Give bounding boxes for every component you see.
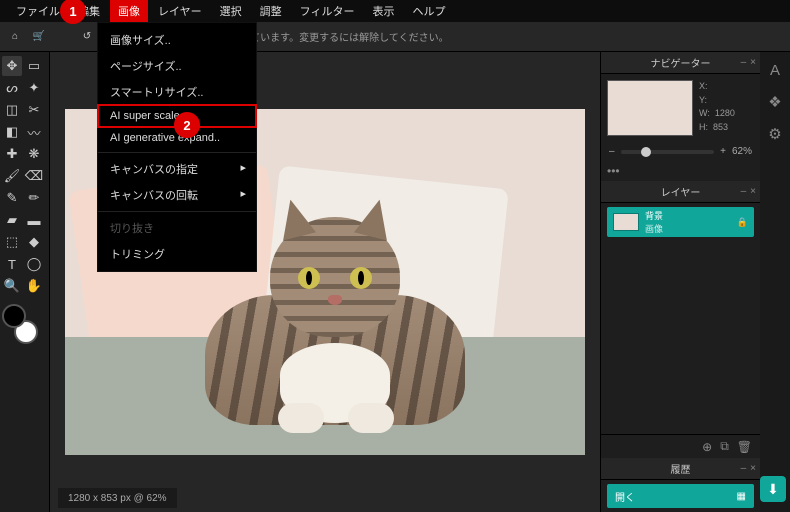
menu-item[interactable]: トリミング bbox=[98, 241, 256, 267]
menu-item[interactable]: キャンバスの指定 bbox=[98, 156, 256, 182]
pen-tool[interactable]: ✎ bbox=[2, 188, 22, 208]
menu-item[interactable]: スマートリサイズ.. bbox=[98, 79, 256, 105]
download-button[interactable]: ⬇ bbox=[760, 476, 786, 502]
layer-type: 画像 bbox=[645, 222, 663, 235]
menu-調整[interactable]: 調整 bbox=[252, 0, 290, 22]
navigator-thumbnail[interactable] bbox=[607, 80, 693, 136]
menu-item[interactable]: 画像サイズ.. bbox=[98, 27, 256, 53]
home-icon[interactable]: ⌂ bbox=[8, 30, 22, 44]
add-layer-icon[interactable]: ⊕ bbox=[702, 440, 712, 454]
effects-tool[interactable]: ❋ bbox=[24, 144, 44, 164]
status-bar: 1280 x 853 px @ 62% bbox=[58, 488, 177, 508]
menu-item[interactable]: キャンバスの回転 bbox=[98, 182, 256, 208]
tutorial-step-2: 2 bbox=[174, 112, 200, 138]
text-panel-icon[interactable]: A bbox=[770, 62, 780, 79]
menu-ヘルプ[interactable]: ヘルプ bbox=[404, 0, 453, 22]
crop-tool[interactable]: ◫ bbox=[2, 100, 22, 120]
cut-tool[interactable]: ✂ bbox=[24, 100, 44, 120]
zoom-slider[interactable] bbox=[621, 150, 715, 154]
hand-tool[interactable]: ✋ bbox=[24, 276, 44, 296]
shape-tool[interactable]: ◯ bbox=[24, 254, 44, 274]
menu-画像[interactable]: 画像 bbox=[110, 0, 148, 22]
shape1-tool[interactable]: ⬚ bbox=[2, 232, 22, 252]
history-state-icon: ▦ bbox=[737, 491, 746, 502]
layer-options-icon[interactable]: ••• bbox=[607, 164, 620, 178]
history-item[interactable]: 開く ▦ bbox=[607, 484, 754, 508]
history-panel-title: 履歴 –× bbox=[601, 458, 760, 480]
menu-item: 切り抜き bbox=[98, 215, 256, 241]
shape2-tool[interactable]: ◆ bbox=[24, 232, 44, 252]
close-icon[interactable]: × bbox=[750, 463, 756, 474]
fg-color[interactable] bbox=[2, 304, 26, 328]
undo-icon[interactable]: ↺ bbox=[80, 30, 94, 44]
layers-panel-title: レイヤー –× bbox=[601, 181, 760, 203]
menu-ファイル[interactable]: ファイル bbox=[8, 0, 68, 22]
text-tool[interactable]: T bbox=[2, 254, 22, 274]
delete-layer-icon[interactable]: 🗑 bbox=[737, 440, 752, 454]
menu-選択[interactable]: 選択 bbox=[212, 0, 250, 22]
extra-rail: A ❖ ⚙ bbox=[760, 52, 790, 512]
move-tool[interactable]: ✥ bbox=[2, 56, 22, 76]
minimize-icon[interactable]: – bbox=[741, 463, 747, 474]
wand-tool[interactable]: ✦ bbox=[24, 78, 44, 98]
gradient-tool[interactable]: ▬ bbox=[24, 210, 44, 230]
right-panels: ナビゲーター –× X: Y: W: 1280 H: 853 – + 6 bbox=[600, 52, 760, 512]
layers-panel-icon[interactable]: ❖ bbox=[768, 93, 781, 111]
lock-icon[interactable]: 🔒 bbox=[737, 217, 748, 228]
navigator-info: X: Y: W: 1280 H: 853 bbox=[699, 80, 735, 136]
minimize-icon[interactable]: – bbox=[741, 57, 747, 68]
marquee-tool[interactable]: ▭ bbox=[24, 56, 44, 76]
image-menu-dropdown: 画像サイズ..ページサイズ..スマートリサイズ..AI super scale.… bbox=[97, 22, 257, 272]
lasso-tool[interactable]: ᔕ bbox=[2, 78, 22, 98]
menu-レイヤー[interactable]: レイヤー bbox=[150, 0, 210, 22]
menu-item[interactable]: ページサイズ.. bbox=[98, 53, 256, 79]
adjust-tool[interactable]: ◧ bbox=[2, 122, 22, 142]
duplicate-layer-icon[interactable]: ⧉ bbox=[720, 439, 729, 454]
minimize-icon[interactable]: – bbox=[741, 186, 747, 197]
menubar: ファイル編集画像レイヤー選択調整フィルター表示ヘルプ bbox=[0, 0, 790, 22]
tool-sidebar: ✥ ▭ ᔕ ✦ ◫ ✂ ◧ 〰 ✚ ❋ 🖌 ⌫ ✎ ✏ ▰ ▬ ⬚ ◆ T ◯ … bbox=[0, 52, 50, 512]
close-icon[interactable]: × bbox=[750, 186, 756, 197]
cart-icon[interactable]: 🛒 bbox=[32, 30, 46, 44]
eraser-tool[interactable]: ⌫ bbox=[24, 166, 44, 186]
color-swatches[interactable] bbox=[2, 304, 42, 344]
navigator-panel-title: ナビゲーター –× bbox=[601, 52, 760, 74]
menu-フィルター[interactable]: フィルター bbox=[292, 0, 363, 22]
zoom-in-button[interactable]: + bbox=[720, 146, 726, 157]
menu-表示[interactable]: 表示 bbox=[364, 0, 402, 22]
layer-thumbnail bbox=[613, 213, 639, 231]
layers-list: 背景 画像 🔒 bbox=[601, 203, 760, 434]
layer-row[interactable]: 背景 画像 🔒 bbox=[607, 207, 754, 237]
heal-tool[interactable]: ✚ bbox=[2, 144, 22, 164]
layer-name: 背景 bbox=[645, 209, 663, 222]
zoom-out-button[interactable]: – bbox=[609, 146, 615, 157]
fill-tool[interactable]: ▰ bbox=[2, 210, 22, 230]
close-icon[interactable]: × bbox=[750, 57, 756, 68]
zoom-tool[interactable]: 🔍 bbox=[2, 276, 22, 296]
brush-tool[interactable]: 🖌 bbox=[2, 166, 22, 186]
pencil-tool[interactable]: ✏ bbox=[24, 188, 44, 208]
liquify-tool[interactable]: 〰 bbox=[24, 122, 44, 142]
adjust-panel-icon[interactable]: ⚙ bbox=[768, 125, 781, 143]
zoom-value: 62% bbox=[732, 146, 752, 157]
